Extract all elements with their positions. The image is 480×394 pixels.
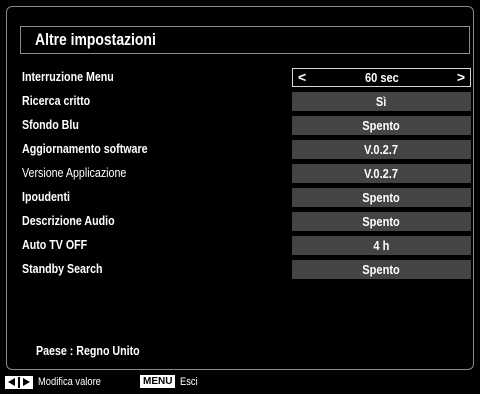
- setting-value-box[interactable]: Spento: [292, 116, 471, 135]
- modify-value-hint: Modifica valore: [38, 376, 101, 388]
- setting-value: Spento: [362, 118, 401, 133]
- setting-value-box[interactable]: 4 h: [292, 236, 471, 255]
- setting-value: V.0.2.7: [364, 142, 399, 157]
- setting-value: Spento: [362, 190, 401, 205]
- setting-value-box: V.0.2.7: [292, 164, 471, 183]
- country-info: Paese : Regno Unito: [36, 343, 140, 358]
- page-title: Altre impostazioni: [35, 30, 156, 49]
- setting-label: Ricerca critto: [22, 93, 91, 108]
- arrow-left-icon[interactable]: <: [298, 69, 306, 86]
- setting-label: Descrizione Audio: [22, 213, 115, 228]
- separator: [18, 377, 20, 388]
- setting-label: Standby Search: [22, 261, 103, 276]
- setting-row-menu-timeout[interactable]: Interruzione Menu < 60 sec >: [22, 68, 472, 87]
- setting-row-audio-description[interactable]: Descrizione Audio Spento: [22, 212, 472, 231]
- setting-label: Sfondo Blu: [22, 117, 79, 132]
- setting-row-ipoudenti[interactable]: Ipoudenti Spento: [22, 188, 472, 207]
- setting-value: Sì: [376, 94, 387, 109]
- setting-row-sfondo-blu[interactable]: Sfondo Blu Spento: [22, 116, 472, 135]
- title-bar: Altre impostazioni: [20, 26, 470, 54]
- setting-row-auto-tv-off[interactable]: Auto TV OFF 4 h: [22, 236, 472, 255]
- setting-value-box[interactable]: V.0.2.7: [292, 140, 471, 159]
- arrow-right-icon[interactable]: >: [457, 69, 465, 86]
- setting-row-ricerca-critto[interactable]: Ricerca critto Sì: [22, 92, 472, 111]
- setting-value-box[interactable]: Spento: [292, 188, 471, 207]
- menu-key-icon: MENU: [140, 375, 176, 388]
- setting-row-software-update[interactable]: Aggiornamento software V.0.2.7: [22, 140, 472, 159]
- setting-label: Interruzione Menu: [22, 69, 114, 84]
- exit-hint: Esci: [180, 376, 198, 388]
- setting-label: Aggiornamento software: [22, 141, 148, 156]
- setting-value-box[interactable]: Sì: [292, 92, 471, 111]
- setting-value-selected[interactable]: < 60 sec >: [292, 68, 471, 87]
- setting-value: V.0.2.7: [364, 166, 399, 181]
- setting-row-app-version: Versione Applicazione V.0.2.7: [22, 164, 472, 183]
- setting-value: 60 sec: [364, 70, 399, 85]
- setting-label: Versione Applicazione: [22, 165, 127, 180]
- left-right-arrows-icon: [5, 376, 33, 389]
- setting-value: 4 h: [373, 238, 390, 253]
- right-triangle-icon: [23, 378, 30, 386]
- setting-value-box[interactable]: Spento: [292, 212, 471, 231]
- setting-value: Spento: [362, 214, 401, 229]
- left-triangle-icon: [8, 378, 15, 386]
- setting-value: Spento: [362, 262, 401, 277]
- setting-row-standby-search[interactable]: Standby Search Spento: [22, 260, 472, 279]
- setting-value-box[interactable]: Spento: [292, 260, 471, 279]
- footer-hints: Modifica valore MENU Esci: [0, 372, 480, 394]
- setting-label: Ipoudenti: [22, 189, 70, 204]
- setting-label: Auto TV OFF: [22, 237, 88, 252]
